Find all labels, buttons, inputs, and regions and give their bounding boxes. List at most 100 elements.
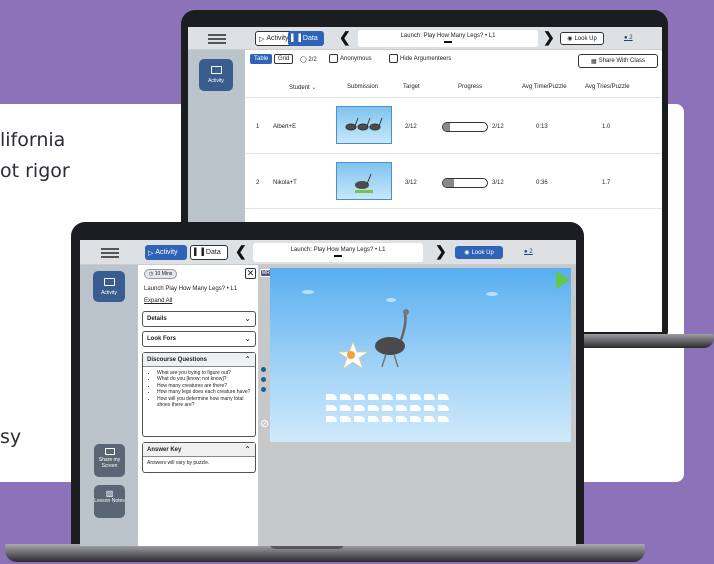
progress-bar (442, 122, 488, 132)
front-users-count[interactable]: ● 2 (524, 249, 533, 255)
shoe-icon (410, 394, 421, 400)
discourse-questions-accordion[interactable]: Discourse Questions ⌃ What are you tryin… (142, 352, 256, 437)
game-canvas[interactable] (270, 268, 571, 442)
close-panel-icon[interactable]: ✕ (245, 268, 256, 279)
shoe-icon (410, 405, 421, 411)
front-lesson-title: Launch: Play How Many Legs? • L1 (253, 243, 423, 262)
anonymous-checkbox-box[interactable] (329, 54, 338, 63)
back-sidebar-activity-button[interactable]: Activity (199, 59, 233, 91)
front-next-chevron-icon[interactable]: ❯ (435, 244, 447, 258)
bar-chart-icon: ▌▐ (194, 249, 204, 256)
anonymous-checkbox[interactable]: Anonymous (329, 54, 372, 63)
header-avg-time: Avg Time/Puzzle (522, 84, 567, 90)
chevron-up-icon[interactable]: ⌃ (244, 355, 251, 364)
row-number: 1 (256, 124, 260, 130)
shoe-icon (396, 405, 407, 411)
lesson-notes-button[interactable]: ▧ Lesson Notes (94, 485, 125, 518)
game-area: MR ⊘ (259, 265, 576, 546)
avg-tries-value: 1.0 (602, 124, 611, 130)
share-with-class-button[interactable]: ▦ Share With Class (578, 54, 658, 68)
eyes-icon: ◉ (567, 36, 573, 42)
menu-icon[interactable] (208, 38, 226, 40)
progress-bar-fill (443, 123, 451, 131)
front-activity-tab[interactable]: ▷ Activity (145, 245, 187, 260)
header-submission: Submission (347, 84, 379, 90)
shoe-icon (368, 394, 379, 400)
shoe-icon (424, 405, 435, 411)
back-next-chevron-icon[interactable]: ❯ (543, 30, 555, 44)
submission-thumbnail[interactable] (336, 162, 392, 200)
shoe-icon (438, 416, 449, 422)
header-progress: Progress (458, 84, 483, 90)
lesson-guide-panel: ◷ 10 Mins ✕ Launch Play How Many Legs? •… (138, 265, 259, 546)
sort-chevron-down-icon[interactable]: ⌄ (311, 85, 316, 91)
avg-time-value: 0:13 (536, 124, 548, 130)
front-sidebar-activity-button[interactable]: Activity (93, 271, 125, 302)
hide-argumenteers-checkbox[interactable]: Hide Argumenteers (389, 54, 451, 63)
submission-thumbnail[interactable] (336, 106, 392, 144)
header-avg-tries: Avg Tries/Puzzle (585, 84, 630, 90)
share-my-screen-button[interactable]: Share my Screen (94, 444, 125, 477)
shoe-icon (368, 405, 379, 411)
back-lesson-title: Launch: Play How Many Legs? • L1 (358, 30, 538, 47)
clock-icon: ◷ (149, 271, 154, 277)
stone-marker (261, 387, 266, 392)
progress-value: 3/12 (492, 180, 504, 186)
table-view-toggle[interactable]: Table (250, 54, 273, 64)
look-fors-accordion[interactable]: Look Fors ⌄ (142, 331, 256, 347)
hero-text-line-3: sy (0, 426, 22, 448)
discourse-questions-header[interactable]: Discourse Questions ⌃ (143, 353, 255, 367)
activity-icon (103, 278, 115, 286)
table-row[interactable]: 1 Albert+E 2/12 2/12 0:13 1.0 (245, 97, 662, 153)
student-count: ◯ 2/2 (300, 57, 317, 63)
person-icon: ◯ (300, 57, 307, 63)
menu-icon[interactable] (101, 252, 119, 254)
back-users-count[interactable]: ● 2 (624, 35, 633, 41)
target-value: 2/12 (405, 124, 417, 130)
details-accordion[interactable]: Details ⌄ (142, 311, 256, 327)
student-name: Nikola+T (273, 180, 297, 186)
chevron-up-icon[interactable]: ⌃ (244, 445, 251, 454)
front-look-up-button[interactable]: ◉ Look Up (455, 246, 503, 259)
shoe-icon (326, 394, 337, 400)
hero-text-line-2: ot rigor (0, 160, 70, 182)
shoe-icon (382, 416, 393, 422)
front-prev-chevron-icon[interactable]: ❮ (235, 244, 247, 258)
expand-all-link[interactable]: Expand All (144, 298, 172, 304)
back-header-bar: ▷ Activity ▌▐ Data ❮ Launch: Play How Ma… (188, 27, 662, 50)
no-symbol-icon[interactable]: ⊘ (260, 417, 269, 430)
list-item: How will you determine how many total sh… (157, 396, 253, 409)
student-name: Albert+E (273, 124, 297, 130)
shoe-icon (424, 416, 435, 422)
ostrich-on-skates-icon (355, 173, 373, 193)
bar-chart-icon: ▌▐ (291, 35, 301, 42)
header-student[interactable]: Student ⌄ (289, 84, 316, 91)
answer-key-header[interactable]: Answer Key ⌃ (143, 443, 255, 457)
notes-icon: ▧ (105, 489, 114, 498)
shoe-icon (340, 394, 351, 400)
details-header[interactable]: Details ⌄ (143, 312, 255, 326)
shoe-icon (340, 405, 351, 411)
table-row[interactable]: 2 Nikola+T 3/12 3/12 0:36 1.7 (245, 153, 662, 209)
answer-key-accordion[interactable]: Answer Key ⌃ Answers will vary by puzzle… (142, 442, 256, 473)
play-outline-icon: ▷ (259, 35, 265, 43)
grid-view-toggle[interactable]: Grid (274, 54, 294, 64)
front-laptop-screen: ▷ Activity ▌▐ Data ❮ Launch: Play How Ma… (80, 240, 576, 546)
grid-icon: ▦ (590, 58, 597, 65)
chevron-down-icon[interactable]: ⌄ (244, 314, 251, 323)
back-look-up-button[interactable]: ◉ Look Up (560, 32, 604, 45)
shoe-icon (382, 405, 393, 411)
front-data-tab[interactable]: ▌▐ Data (190, 245, 228, 260)
screen-icon (104, 448, 115, 455)
user-icon: ● (624, 35, 628, 41)
back-prev-chevron-icon[interactable]: ❮ (339, 30, 351, 44)
back-data-tab[interactable]: ▌▐ Data (288, 31, 324, 46)
ostrich-group-icon (345, 117, 383, 131)
look-fors-header[interactable]: Look Fors ⌄ (143, 332, 255, 346)
activity-icon (210, 66, 222, 74)
shoe-icon (382, 394, 393, 400)
chevron-down-icon[interactable]: ⌄ (244, 334, 251, 343)
timer-badge: ◷ 10 Mins (144, 269, 178, 279)
hide-argumenteers-checkbox-box[interactable] (389, 54, 398, 63)
shoe-icon (438, 405, 449, 411)
